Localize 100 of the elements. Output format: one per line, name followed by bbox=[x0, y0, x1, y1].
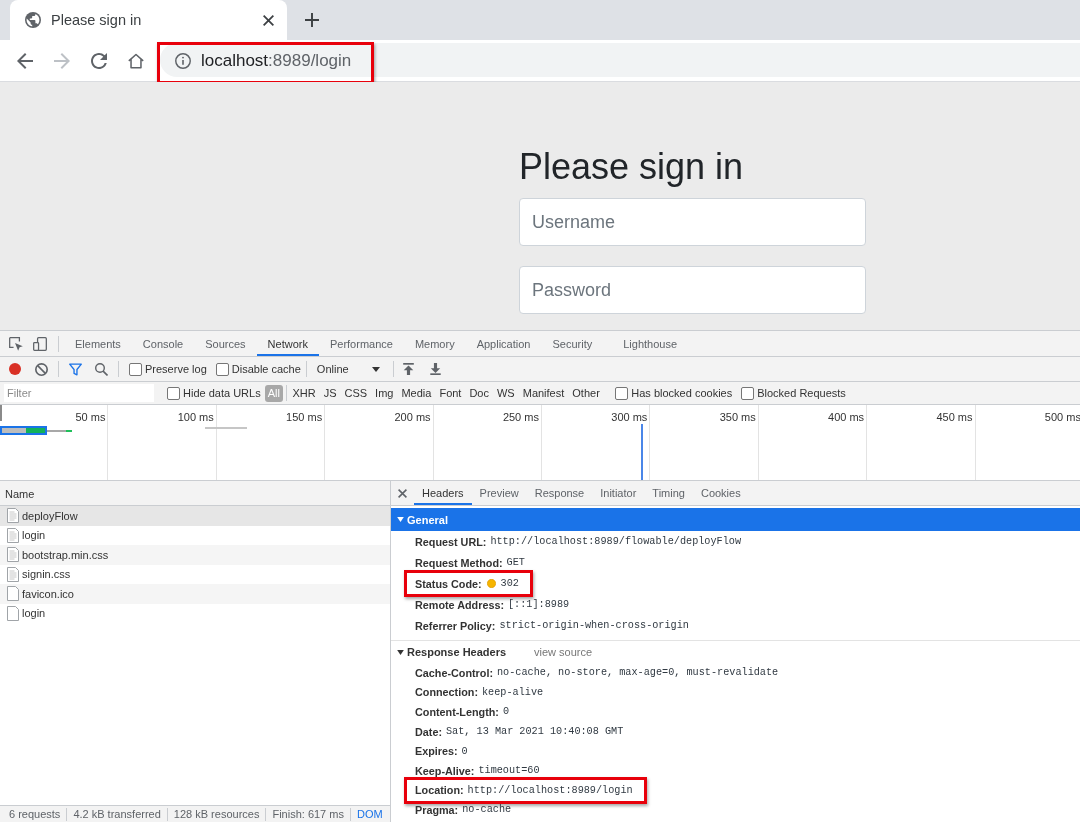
detail-tab[interactable]: Timing bbox=[644, 481, 693, 505]
header-name: Pragma: bbox=[415, 803, 459, 816]
type-filter[interactable]: XHR bbox=[288, 384, 320, 402]
panel-tab[interactable]: Console bbox=[131, 331, 195, 356]
panel-tab[interactable]: Application bbox=[465, 331, 542, 356]
checkbox-label[interactable]: Has blocked cookies bbox=[631, 387, 733, 399]
reload-icon bbox=[91, 52, 107, 69]
checkbox-label[interactable]: Disable cache bbox=[231, 363, 301, 375]
tick-label: 250 ms bbox=[502, 411, 539, 423]
panel-tab[interactable]: Elements bbox=[64, 331, 132, 356]
browser-tab[interactable]: Please sign in bbox=[10, 0, 287, 40]
type-filter[interactable]: Manifest bbox=[519, 384, 568, 402]
panel-tab[interactable]: Sources bbox=[194, 331, 257, 356]
header-value: timeout=60 bbox=[478, 765, 540, 777]
panel-tab[interactable]: Performance bbox=[318, 331, 404, 356]
input-field[interactable]: Password bbox=[519, 266, 866, 314]
document-icon bbox=[7, 527, 19, 543]
tick-label: 300 ms bbox=[611, 411, 648, 423]
tick-label: 150 ms bbox=[286, 411, 323, 423]
page-heading: Please sign in bbox=[519, 145, 745, 188]
detail-tab[interactable]: Preview bbox=[471, 481, 527, 505]
filter-icon[interactable] bbox=[69, 362, 82, 376]
header-name: Cache-Control: bbox=[415, 666, 493, 679]
inspect-icon[interactable] bbox=[9, 336, 23, 351]
header-name: Request Method: bbox=[415, 556, 503, 569]
header-name: Date: bbox=[415, 725, 442, 738]
detail-tab[interactable]: Cookies bbox=[692, 481, 749, 505]
type-filter[interactable]: JS bbox=[320, 384, 340, 402]
file-icon bbox=[7, 586, 19, 602]
throttling-dropdown[interactable]: Online bbox=[306, 359, 387, 379]
file-icon bbox=[7, 605, 19, 621]
panel-tab[interactable]: Lighthouse bbox=[612, 331, 689, 356]
column-header[interactable]: Name bbox=[0, 481, 390, 506]
arrow-left-icon bbox=[17, 52, 33, 69]
checkbox[interactable] bbox=[129, 362, 142, 376]
url-text: localhost:8989/login bbox=[201, 50, 352, 71]
document-icon bbox=[7, 508, 19, 524]
type-filter[interactable]: Other bbox=[568, 384, 604, 402]
plus-icon[interactable] bbox=[305, 13, 319, 27]
tick-label: 350 ms bbox=[719, 411, 756, 423]
checkbox-label[interactable]: Hide data URLs bbox=[183, 387, 261, 399]
header-name: Location: bbox=[415, 784, 464, 797]
tick-label: 400 ms bbox=[828, 411, 865, 423]
header-name: Referrer Policy: bbox=[415, 619, 496, 632]
type-filter[interactable]: Font bbox=[435, 384, 465, 402]
devices-icon[interactable] bbox=[33, 336, 47, 351]
panel-tab[interactable]: Security bbox=[541, 331, 604, 356]
checkbox[interactable] bbox=[215, 362, 229, 376]
header-name: Content-Length: bbox=[415, 706, 499, 718]
close-icon[interactable] bbox=[263, 14, 274, 26]
download-icon[interactable] bbox=[429, 363, 441, 375]
checkbox[interactable] bbox=[615, 386, 629, 400]
waterfall-bar bbox=[0, 426, 47, 435]
header-name: Expires: bbox=[415, 745, 458, 758]
type-filter[interactable]: Img bbox=[371, 384, 397, 402]
header-value: keep-alive bbox=[482, 686, 544, 698]
tick-label: 200 ms bbox=[394, 411, 431, 423]
record-icon[interactable] bbox=[9, 363, 21, 375]
close-icon[interactable] bbox=[398, 488, 407, 498]
detail-tab[interactable]: Response bbox=[526, 481, 593, 505]
clear-icon[interactable] bbox=[35, 362, 48, 376]
checkbox[interactable] bbox=[167, 386, 180, 400]
input-field[interactable]: Username bbox=[519, 198, 866, 246]
request-row[interactable]: favicon.ico bbox=[0, 584, 390, 604]
search-icon[interactable] bbox=[95, 362, 108, 376]
document-icon bbox=[7, 547, 19, 563]
summary-text: 4.2 kB transferred bbox=[66, 807, 167, 821]
checkbox-label[interactable]: Preserve log bbox=[145, 363, 207, 375]
upload-icon[interactable] bbox=[402, 363, 414, 375]
type-filter[interactable]: Media bbox=[397, 384, 435, 402]
tick-label: 500 ms bbox=[1044, 411, 1080, 423]
header-value: strict-origin-when-cross-origin bbox=[499, 620, 689, 631]
type-filter[interactable]: Doc bbox=[465, 384, 493, 402]
tick-label: 450 ms bbox=[936, 411, 973, 423]
summary-link[interactable]: DOM bbox=[349, 807, 389, 821]
summary-text: 6 requests bbox=[8, 807, 62, 821]
detail-tab[interactable]: Initiator bbox=[592, 481, 645, 505]
type-filter[interactable]: CSS bbox=[340, 384, 371, 402]
header-value: http://localhost:8989/flowable/deployFlow bbox=[490, 536, 742, 547]
load-marker-line bbox=[641, 424, 643, 480]
section-header[interactable]: General bbox=[391, 508, 1080, 531]
header-value: http://localhost:8989/login bbox=[467, 784, 633, 796]
type-filter[interactable]: WS bbox=[493, 384, 519, 402]
range-handle[interactable] bbox=[0, 405, 2, 421]
panel-tab[interactable]: Memory bbox=[403, 331, 466, 356]
section-title: Response Headers bbox=[407, 646, 507, 658]
status-dot-icon bbox=[486, 579, 496, 588]
checkbox[interactable] bbox=[741, 386, 755, 400]
header-value: no-cache, no-store, max-age=0, must-revalidate bbox=[497, 667, 779, 679]
view-source-link[interactable]: view source bbox=[534, 646, 593, 658]
filter-field[interactable]: Filter bbox=[4, 384, 154, 402]
waterfall-whisker bbox=[47, 430, 72, 432]
detail-tab[interactable]: Headers bbox=[414, 481, 472, 505]
header-value: GET bbox=[506, 557, 525, 568]
tick-label: 100 ms bbox=[177, 411, 214, 423]
caret-down-icon[interactable] bbox=[397, 649, 404, 655]
info-icon[interactable] bbox=[175, 52, 191, 69]
request-row[interactable]: deployFlow bbox=[0, 506, 390, 526]
checkbox-label[interactable]: Blocked Requests bbox=[757, 387, 846, 399]
request-row[interactable]: bootstrap.min.css bbox=[0, 545, 390, 565]
